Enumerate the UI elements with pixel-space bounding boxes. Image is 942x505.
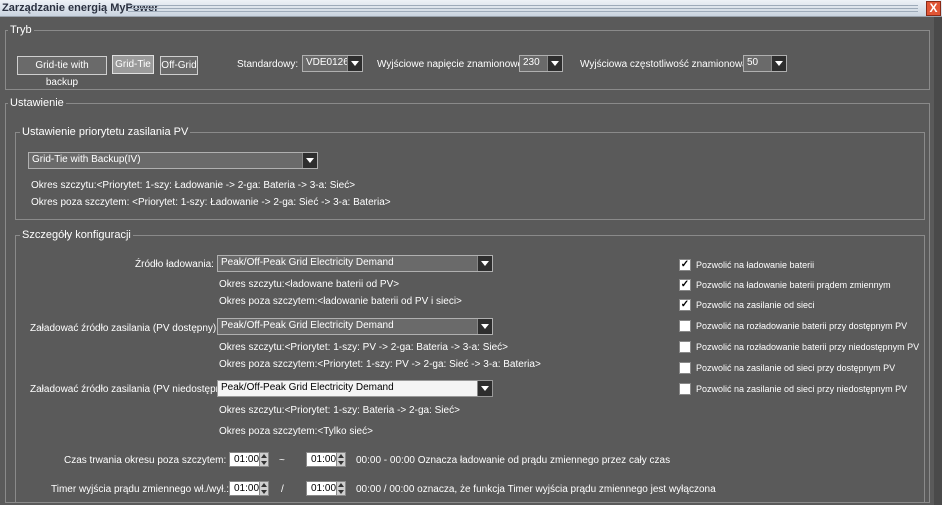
title-bar: Zarządzanie energią MyPower X [0,0,942,17]
pvdost-value: Peak/Off-Peak Grid Electricity Demand [221,320,394,331]
title-grip [128,5,918,12]
priorytet-value: Grid-Tie with Backup(IV) [32,154,141,165]
voltage-label: Wyjściowe napięcie znamionowe : [377,59,529,70]
checkbox-label: Pozwolić na rozładowanie baterii przy ni… [696,342,920,352]
checkbox-grid-feed-pv-unavailable[interactable] [679,383,691,395]
checkbox-allow-grid-feed[interactable]: ✓ [679,299,691,311]
zrodlo-offpeak-text: Okres poza szczytem:<ładowanie baterii o… [219,296,462,307]
checkbox-label: Pozwolić na ładowanie baterii [696,260,815,270]
checkbox-label: Pozwolić na zasilanie od sieci [696,300,815,310]
chevron-down-icon [302,153,317,168]
timer-to-value: 01:00 [311,483,337,494]
freq-value: 50 [747,57,759,68]
priorytet-select[interactable]: Grid-Tie with Backup(IV) [28,152,318,169]
checkbox-grid-feed-pv-available[interactable] [679,362,691,374]
checkmark-icon: ✓ [680,299,690,310]
spinner-arrows-icon[interactable] [259,453,268,466]
checkbox-label: Pozwolić na zasilanie od sieci przy dost… [696,363,896,373]
checkbox-discharge-pv-available[interactable] [679,320,691,332]
chevron-down-icon [477,381,492,396]
timer-from-value: 01:00 [234,483,260,494]
right-scrollbar[interactable] [934,17,942,505]
checkbox-label: Pozwolić na rozładowanie baterii przy do… [696,321,908,331]
close-button[interactable]: X [926,1,941,16]
czas-note: 00:00 - 00:00 Oznacza ładowanie od prądu… [356,455,671,466]
czas-from-value: 01:00 [234,454,260,465]
checkbox-label: Pozwolić na ładowanie baterii prądem zmi… [696,280,891,290]
pvniedost-select[interactable]: Peak/Off-Peak Grid Electricity Demand [217,380,493,397]
standard-select[interactable]: VDE0126 [302,55,363,72]
czas-separator: ~ [279,455,285,466]
chevron-down-icon [771,56,786,71]
ustawienie-legend: Ustawienie [8,97,66,109]
zrodlo-peak-text: Okres szczytu:<ładowane baterii od PV> [219,279,400,290]
voltage-value: 230 [523,57,540,68]
checkbox-discharge-pv-unavailable[interactable] [679,341,691,353]
timer-note: 00:00 / 00:00 oznacza, że funkcja Timer … [356,484,716,495]
pvdost-offpeak-text: Okres poza szczytem:<Priorytet: 1-szy: P… [219,359,541,370]
pvniedost-label: Załadować źródło zasilania (PV niedostęp… [30,384,233,395]
pvdost-label: Załadować źródło zasilania (PV dostępny)… [30,323,219,334]
spinner-arrows-icon[interactable] [259,482,268,495]
checkbox-allow-ac-charging[interactable]: ✓ [679,279,691,291]
chevron-down-icon [477,256,492,271]
off-grid-button[interactable]: Off-Grid [160,56,198,75]
czas-to-value: 01:00 [311,454,337,465]
voltage-select[interactable]: 230 [519,55,563,72]
freq-select[interactable]: 50 [743,55,787,72]
szczegoly-legend: Szczegóły konfiguracji [20,229,133,241]
zrodlo-value: Peak/Off-Peak Grid Electricity Demand [221,257,394,268]
priorytet-peak-text: Okres szczytu:<Priorytet: 1-szy: Ładowan… [31,180,356,191]
czas-from-spinner[interactable]: 01:00 [229,452,269,467]
grid-tie-button[interactable]: Grid-Tie [112,55,154,74]
checkbox-allow-battery-charging[interactable]: ✓ [679,259,691,271]
priorytet-offpeak-text: Okres poza szczytem: <Priorytet: 1-szy: … [31,197,391,208]
pvniedost-value: Peak/Off-Peak Grid Electricity Demand [221,382,394,393]
pvdost-select[interactable]: Peak/Off-Peak Grid Electricity Demand [217,318,493,335]
timer-label: Timer wyjścia prądu zmiennego wł./wył.: [51,484,230,495]
standard-label: Standardowy: [237,59,299,70]
grid-tie-backup-button[interactable]: Grid-tie with backup [17,56,107,88]
checkbox-label: Pozwolić na zasilanie od sieci przy nied… [696,384,908,394]
zrodlo-select[interactable]: Peak/Off-Peak Grid Electricity Demand [217,255,493,272]
timer-separator: / [281,484,284,495]
spinner-arrows-icon[interactable] [336,453,345,466]
timer-from-spinner[interactable]: 01:00 [229,481,269,496]
tryb-legend: Tryb [8,24,34,36]
priorytet-legend: Ustawienie priorytetu zasilania PV [20,126,191,138]
spinner-arrows-icon[interactable] [336,482,345,495]
pvniedost-peak-text: Okres szczytu:<Priorytet: 1-szy: Bateria… [219,405,460,416]
timer-to-spinner[interactable]: 01:00 [306,481,346,496]
zrodlo-label: Źródło ładowania: [135,259,214,270]
checkmark-icon: ✓ [680,259,690,270]
czas-to-spinner[interactable]: 01:00 [306,452,346,467]
chevron-down-icon [347,56,362,71]
czas-label: Czas trwania okresu poza szczytem: [64,455,227,466]
chevron-down-icon [547,56,562,71]
checkmark-icon: ✓ [680,279,690,290]
pvdost-peak-text: Okres szczytu:<Priorytet: 1-szy: PV -> 2… [219,342,508,353]
freq-label: Wyjściowa częstotliwość znamionowa: [580,59,751,70]
standard-value: VDE0126 [306,57,349,68]
chevron-down-icon [477,319,492,334]
pvniedost-offpeak-text: Okres poza szczytem:<Tylko sieć> [219,426,373,437]
